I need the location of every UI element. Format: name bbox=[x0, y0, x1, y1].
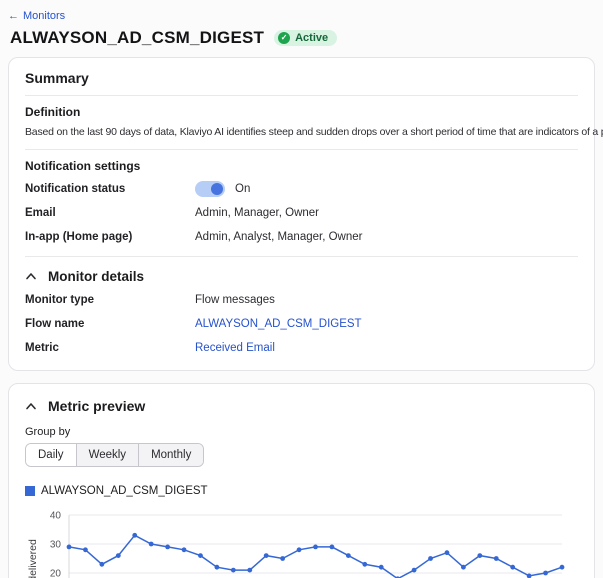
in-app-label: In-app (Home page) bbox=[25, 231, 195, 243]
flow-name-link[interactable]: ALWAYSON_AD_CSM_DIGEST bbox=[195, 318, 362, 330]
definition-heading: Definition bbox=[25, 105, 578, 119]
notification-settings-heading: Notification settings bbox=[25, 159, 578, 173]
definition-text: Based on the last 90 days of data, Klavi… bbox=[25, 125, 578, 140]
in-app-row: In-app (Home page) Admin, Analyst, Manag… bbox=[25, 229, 578, 245]
back-arrow-icon: ← bbox=[8, 10, 19, 22]
group-by-label: Group by bbox=[25, 426, 578, 438]
metric-preview-card: Metric preview Group by Daily Weekly Mon… bbox=[8, 383, 595, 578]
svg-text:30: 30 bbox=[50, 539, 62, 550]
monitor-type-row: Monitor type Flow messages bbox=[25, 292, 578, 308]
summary-card: Summary Definition Based on the last 90 … bbox=[8, 57, 595, 371]
flow-name-label: Flow name bbox=[25, 318, 195, 330]
back-link-label: Monitors bbox=[23, 10, 65, 22]
status-badge-label: Active bbox=[295, 32, 328, 44]
toggle-knob bbox=[211, 183, 223, 195]
metric-label: Metric bbox=[25, 342, 195, 354]
metric-preview-heading: Metric preview bbox=[48, 398, 145, 414]
delivered-line-chart: 010203040Oct 29Nov 01Nov 04Nov 07Nov 10N… bbox=[25, 505, 578, 578]
monitor-details-section: Monitor details Monitor type Flow messag… bbox=[25, 269, 578, 356]
legend-item[interactable]: ALWAYSON_AD_CSM_DIGEST bbox=[25, 485, 578, 497]
svg-text:20: 20 bbox=[50, 568, 62, 578]
monitor-type-label: Monitor type bbox=[25, 294, 195, 306]
segmented-option-daily[interactable]: Daily bbox=[26, 444, 77, 466]
summary-card-title: Summary bbox=[25, 70, 578, 96]
active-check-icon: ✓ bbox=[278, 32, 290, 44]
metric-row: Metric Received Email bbox=[25, 340, 578, 356]
group-by-segmented-control: Daily Weekly Monthly bbox=[25, 443, 204, 467]
email-value: Admin, Manager, Owner bbox=[195, 207, 319, 219]
chevron-up-icon bbox=[25, 402, 37, 410]
definition-section: Definition Based on the last 90 days of … bbox=[25, 96, 578, 150]
svg-text:Total delivered: Total delivered bbox=[27, 539, 39, 578]
email-row: Email Admin, Manager, Owner bbox=[25, 205, 578, 221]
segmented-option-weekly[interactable]: Weekly bbox=[77, 444, 140, 466]
status-badge: ✓ Active bbox=[274, 30, 337, 46]
monitor-details-collapse-header[interactable]: Monitor details bbox=[25, 269, 578, 284]
notification-settings-section: Notification settings Notification statu… bbox=[25, 150, 578, 257]
legend-swatch bbox=[25, 486, 35, 496]
legend-label: ALWAYSON_AD_CSM_DIGEST bbox=[41, 485, 208, 497]
monitor-type-value: Flow messages bbox=[195, 294, 275, 306]
email-label: Email bbox=[25, 207, 195, 219]
monitor-details-heading: Monitor details bbox=[48, 269, 144, 284]
chevron-up-icon bbox=[25, 272, 37, 280]
notification-status-label: Notification status bbox=[25, 183, 195, 195]
segmented-option-monthly[interactable]: Monthly bbox=[139, 444, 203, 466]
flow-name-row: Flow name ALWAYSON_AD_CSM_DIGEST bbox=[25, 316, 578, 332]
notification-status-toggle[interactable] bbox=[195, 181, 225, 197]
svg-text:40: 40 bbox=[50, 510, 62, 521]
title-row: ALWAYSON_AD_CSM_DIGEST ✓ Active bbox=[10, 28, 593, 48]
notification-status-value: On bbox=[235, 183, 250, 195]
metric-preview-collapse-header[interactable]: Metric preview bbox=[25, 398, 578, 414]
in-app-value: Admin, Analyst, Manager, Owner bbox=[195, 231, 362, 243]
page-title: ALWAYSON_AD_CSM_DIGEST bbox=[10, 28, 264, 48]
notification-status-row: Notification status On bbox=[25, 181, 578, 197]
monitor-detail-page: ← Monitors ALWAYSON_AD_CSM_DIGEST ✓ Acti… bbox=[0, 0, 603, 578]
metric-link[interactable]: Received Email bbox=[195, 342, 275, 354]
back-to-monitors-link[interactable]: ← Monitors bbox=[8, 10, 65, 22]
